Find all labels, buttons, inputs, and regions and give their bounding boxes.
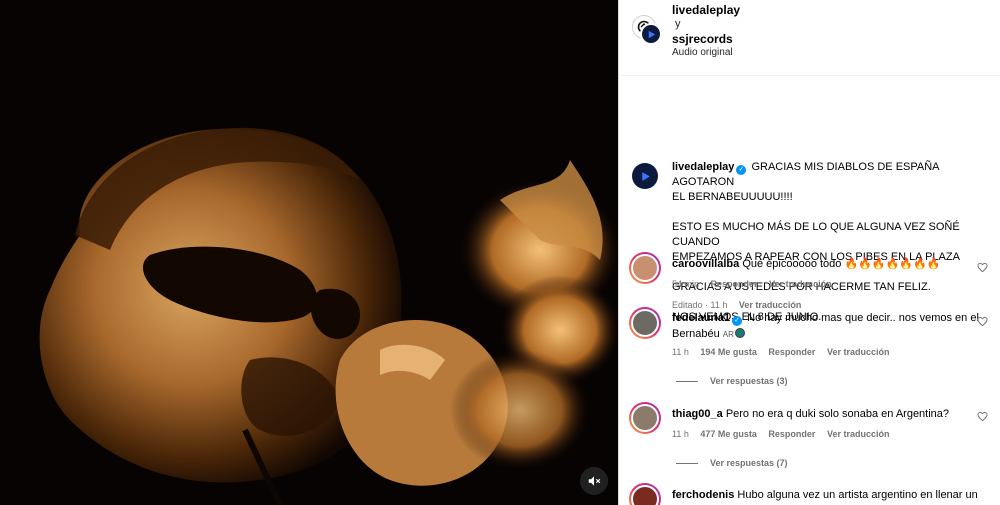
translate-link[interactable]: Ver traducción — [769, 279, 832, 289]
avatar[interactable] — [629, 307, 661, 339]
verified-badge-icon: ✓ — [732, 316, 743, 326]
caption-edited-time: Editado · 11 h — [672, 300, 728, 310]
avatar[interactable] — [640, 23, 662, 45]
view-replies-button[interactable]: Ver respuestas (7) — [676, 458, 788, 468]
like-count[interactable]: 194 Me gusta — [700, 347, 757, 357]
comment: fedelauria1 ✓ No hay mucho mas que decir.… — [672, 310, 992, 343]
globe-icon — [734, 328, 745, 338]
play-logo-icon — [641, 171, 650, 181]
reply-link[interactable]: Responder — [711, 279, 758, 289]
comment: thiag00_a Pero no era q duki solo sonaba… — [672, 406, 992, 422]
like-heart-icon[interactable] — [977, 316, 988, 327]
caption-line: EL BERNABEUUUUU!!!! — [672, 191, 793, 203]
reply-link[interactable]: Responder — [768, 429, 815, 439]
translate-link[interactable]: Ver traducción — [827, 347, 890, 357]
mute-button[interactable] — [580, 467, 608, 495]
view-replies-label: Ver respuestas (7) — [710, 458, 788, 468]
comment-username[interactable]: fedelauria1 — [672, 312, 730, 324]
comment-time: 54 min — [672, 279, 700, 289]
caption-line: ESTO ES MUCHO MÁS DE LO QUE ALGUNA VEZ S… — [672, 221, 960, 248]
author-connector: y — [675, 18, 681, 30]
speaker-muted-icon — [588, 476, 601, 486]
collaborator-username[interactable]: ssjrecords — [672, 32, 733, 46]
comment-meta: 11 h 477 Me gusta Responder Ver traducci… — [672, 429, 898, 439]
like-count[interactable]: 477 Me gusta — [700, 429, 757, 439]
avatar[interactable] — [629, 402, 661, 434]
comment-time: 11 h — [672, 347, 689, 357]
comment-username[interactable]: caroovillalba — [672, 258, 739, 270]
reply-link[interactable]: Responder — [768, 347, 815, 357]
avatar[interactable] — [632, 163, 658, 189]
avatar[interactable] — [629, 483, 661, 505]
avatar[interactable] — [629, 252, 661, 284]
play-logo-icon — [648, 30, 655, 38]
flag-label: AR — [722, 330, 734, 339]
comment: ferchodenis Hubo alguna vez un artista a… — [672, 487, 992, 503]
post-header: livedaleplay y ssjrecords Audio original — [619, 0, 1000, 76]
view-replies-button[interactable]: Ver respuestas (3) — [676, 376, 788, 386]
comment: caroovillalba Qué épicooooo todo 🔥🔥🔥🔥🔥🔥🔥 — [672, 256, 992, 272]
comment-text: Qué épicooooo todo 🔥🔥🔥🔥🔥🔥🔥 — [742, 258, 941, 270]
video-player[interactable] — [0, 0, 618, 505]
replies-divider — [676, 380, 698, 382]
video-frame — [0, 0, 618, 505]
replies-divider — [676, 462, 698, 464]
author-username[interactable]: livedaleplay — [672, 3, 740, 17]
audio-link[interactable]: Audio original — [672, 47, 733, 58]
comment-time: 11 h — [672, 429, 689, 439]
comment-meta: 54 min Responder Ver traducción — [672, 279, 841, 289]
comment-username[interactable]: ferchodenis — [672, 489, 734, 501]
caption-username[interactable]: livedaleplay — [672, 161, 734, 173]
like-heart-icon[interactable] — [977, 411, 988, 422]
comment-text: Hubo alguna vez un artista argentino en … — [737, 489, 978, 501]
comments-panel: livedaleplay y ssjrecords Audio original… — [618, 0, 1000, 505]
comment-meta: 11 h 194 Me gusta Responder Ver traducci… — [672, 347, 898, 357]
post-viewer: livedaleplay y ssjrecords Audio original… — [0, 0, 1000, 505]
view-replies-label: Ver respuestas (3) — [710, 376, 788, 386]
verified-badge-icon: ✓ — [736, 165, 747, 175]
caption-meta: Editado · 11 h Ver traducción — [672, 300, 810, 310]
like-heart-icon[interactable] — [977, 262, 988, 273]
comment-text: Pero no era q duki solo sonaba en Argent… — [725, 408, 950, 420]
translate-link[interactable]: Ver traducción — [739, 300, 802, 310]
comment-username[interactable]: thiag00_a — [672, 408, 723, 420]
translate-link[interactable]: Ver traducción — [827, 429, 890, 439]
